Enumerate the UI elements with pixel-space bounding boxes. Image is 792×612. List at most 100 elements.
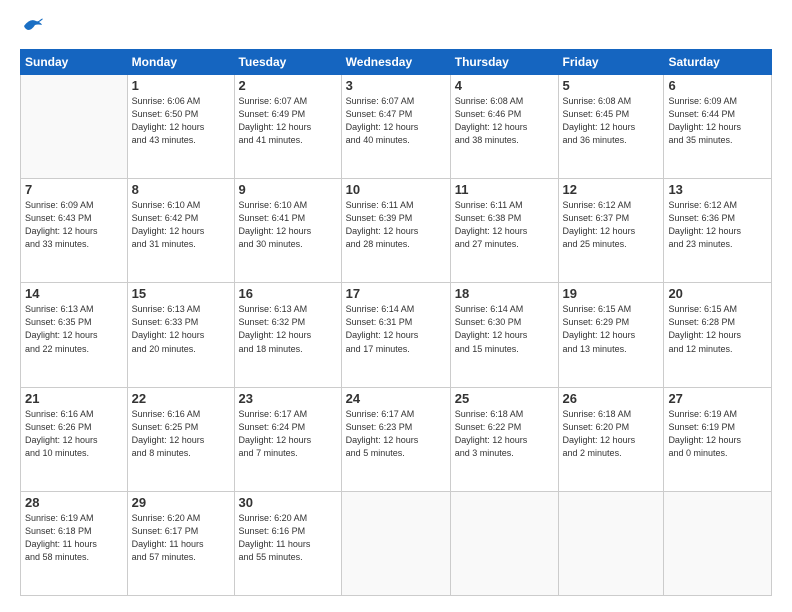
day-info: Sunrise: 6:10 AM Sunset: 6:41 PM Dayligh… [239, 199, 337, 251]
day-info: Sunrise: 6:09 AM Sunset: 6:44 PM Dayligh… [668, 95, 767, 147]
day-info: Sunrise: 6:12 AM Sunset: 6:36 PM Dayligh… [668, 199, 767, 251]
calendar-cell: 18 Sunrise: 6:14 AM Sunset: 6:30 PM Dayli… [450, 283, 558, 387]
day-number: 15 [132, 286, 230, 301]
calendar-cell: 8 Sunrise: 6:10 AM Sunset: 6:42 PM Daylig… [127, 179, 234, 283]
day-number: 21 [25, 391, 123, 406]
day-info: Sunrise: 6:18 AM Sunset: 6:20 PM Dayligh… [563, 408, 660, 460]
calendar-cell: 2Sunrise: 6:07 AM Sunset: 6:49 PM Daylig… [234, 75, 341, 179]
day-info: Sunrise: 6:20 AM Sunset: 6:16 PM Dayligh… [239, 512, 337, 564]
calendar-cell: 14 Sunrise: 6:13 AM Sunset: 6:35 PM Dayli… [21, 283, 128, 387]
day-number: 19 [563, 286, 660, 301]
day-number: 12 [563, 182, 660, 197]
day-number: 25 [455, 391, 554, 406]
day-number: 26 [563, 391, 660, 406]
day-info: Sunrise: 6:19 AM Sunset: 6:19 PM Dayligh… [668, 408, 767, 460]
calendar-cell: 20Sunrise: 6:15 AM Sunset: 6:28 PM Dayli… [664, 283, 772, 387]
calendar-cell: 3 Sunrise: 6:07 AM Sunset: 6:47 PM Daylig… [341, 75, 450, 179]
calendar-cell: 15 Sunrise: 6:13 AM Sunset: 6:33 PM Dayli… [127, 283, 234, 387]
calendar-cell: 6 Sunrise: 6:09 AM Sunset: 6:44 PM Daylig… [664, 75, 772, 179]
calendar-cell: 5 Sunrise: 6:08 AM Sunset: 6:45 PM Daylig… [558, 75, 664, 179]
day-info: Sunrise: 6:06 AM Sunset: 6:50 PM Dayligh… [132, 95, 230, 147]
calendar-header-wednesday: Wednesday [341, 50, 450, 75]
day-number: 17 [346, 286, 446, 301]
calendar-cell: 7 Sunrise: 6:09 AM Sunset: 6:43 PM Daylig… [21, 179, 128, 283]
day-info: Sunrise: 6:11 AM Sunset: 6:39 PM Dayligh… [346, 199, 446, 251]
calendar-table: SundayMondayTuesdayWednesdayThursdayFrid… [20, 49, 772, 596]
calendar-cell: 28 Sunrise: 6:19 AM Sunset: 6:18 PM Dayli… [21, 491, 128, 595]
day-info: Sunrise: 6:08 AM Sunset: 6:46 PM Dayligh… [455, 95, 554, 147]
calendar-header-saturday: Saturday [664, 50, 772, 75]
calendar-week-2: 7 Sunrise: 6:09 AM Sunset: 6:43 PM Daylig… [21, 179, 772, 283]
day-info: Sunrise: 6:13 AM Sunset: 6:32 PM Dayligh… [239, 303, 337, 355]
day-number: 13 [668, 182, 767, 197]
day-number: 27 [668, 391, 767, 406]
calendar-header-friday: Friday [558, 50, 664, 75]
day-info: Sunrise: 6:14 AM Sunset: 6:30 PM Dayligh… [455, 303, 554, 355]
day-number: 20 [668, 286, 767, 301]
day-number: 11 [455, 182, 554, 197]
day-number: 18 [455, 286, 554, 301]
day-number: 24 [346, 391, 446, 406]
day-info: Sunrise: 6:11 AM Sunset: 6:38 PM Dayligh… [455, 199, 554, 251]
calendar-cell [664, 491, 772, 595]
day-info: Sunrise: 6:16 AM Sunset: 6:25 PM Dayligh… [132, 408, 230, 460]
calendar-cell: 11 Sunrise: 6:11 AM Sunset: 6:38 PM Dayli… [450, 179, 558, 283]
day-info: Sunrise: 6:15 AM Sunset: 6:29 PM Dayligh… [563, 303, 660, 355]
day-number: 16 [239, 286, 337, 301]
calendar-cell: 12 Sunrise: 6:12 AM Sunset: 6:37 PM Dayli… [558, 179, 664, 283]
day-number: 9 [239, 182, 337, 197]
day-info: Sunrise: 6:13 AM Sunset: 6:33 PM Dayligh… [132, 303, 230, 355]
day-number: 29 [132, 495, 230, 510]
calendar-cell [558, 491, 664, 595]
calendar-cell: 1 Sunrise: 6:06 AM Sunset: 6:50 PM Daylig… [127, 75, 234, 179]
day-info: Sunrise: 6:08 AM Sunset: 6:45 PM Dayligh… [563, 95, 660, 147]
calendar-cell: 13 Sunrise: 6:12 AM Sunset: 6:36 PM Dayli… [664, 179, 772, 283]
calendar-week-4: 21 Sunrise: 6:16 AM Sunset: 6:26 PM Dayli… [21, 387, 772, 491]
calendar-cell: 30 Sunrise: 6:20 AM Sunset: 6:16 PM Dayli… [234, 491, 341, 595]
day-info: Sunrise: 6:12 AM Sunset: 6:37 PM Dayligh… [563, 199, 660, 251]
day-info: Sunrise: 6:18 AM Sunset: 6:22 PM Dayligh… [455, 408, 554, 460]
calendar-week-5: 28 Sunrise: 6:19 AM Sunset: 6:18 PM Dayli… [21, 491, 772, 595]
day-info: Sunrise: 6:13 AM Sunset: 6:35 PM Dayligh… [25, 303, 123, 355]
day-number: 7 [25, 182, 123, 197]
day-number: 8 [132, 182, 230, 197]
header [20, 16, 772, 39]
calendar-cell: 27 Sunrise: 6:19 AM Sunset: 6:19 PM Dayli… [664, 387, 772, 491]
day-info: Sunrise: 6:16 AM Sunset: 6:26 PM Dayligh… [25, 408, 123, 460]
calendar-cell: 10 Sunrise: 6:11 AM Sunset: 6:39 PM Dayli… [341, 179, 450, 283]
calendar-cell: 17 Sunrise: 6:14 AM Sunset: 6:31 PM Dayli… [341, 283, 450, 387]
day-number: 2 [239, 78, 337, 93]
calendar-cell: 24 Sunrise: 6:17 AM Sunset: 6:23 PM Dayli… [341, 387, 450, 491]
day-info: Sunrise: 6:07 AM Sunset: 6:47 PM Dayligh… [346, 95, 446, 147]
day-number: 6 [668, 78, 767, 93]
day-info: Sunrise: 6:17 AM Sunset: 6:24 PM Dayligh… [239, 408, 337, 460]
day-number: 4 [455, 78, 554, 93]
day-number: 30 [239, 495, 337, 510]
calendar-cell: 26 Sunrise: 6:18 AM Sunset: 6:20 PM Dayli… [558, 387, 664, 491]
day-info: Sunrise: 6:17 AM Sunset: 6:23 PM Dayligh… [346, 408, 446, 460]
day-info: Sunrise: 6:20 AM Sunset: 6:17 PM Dayligh… [132, 512, 230, 564]
calendar-header-tuesday: Tuesday [234, 50, 341, 75]
day-number: 3 [346, 78, 446, 93]
calendar-cell [21, 75, 128, 179]
day-info: Sunrise: 6:19 AM Sunset: 6:18 PM Dayligh… [25, 512, 123, 564]
day-info: Sunrise: 6:14 AM Sunset: 6:31 PM Dayligh… [346, 303, 446, 355]
calendar-cell [341, 491, 450, 595]
logo [20, 16, 44, 39]
day-info: Sunrise: 6:10 AM Sunset: 6:42 PM Dayligh… [132, 199, 230, 251]
day-number: 23 [239, 391, 337, 406]
calendar-cell: 4 Sunrise: 6:08 AM Sunset: 6:46 PM Daylig… [450, 75, 558, 179]
day-info: Sunrise: 6:09 AM Sunset: 6:43 PM Dayligh… [25, 199, 123, 251]
day-number: 10 [346, 182, 446, 197]
day-number: 5 [563, 78, 660, 93]
calendar-week-3: 14 Sunrise: 6:13 AM Sunset: 6:35 PM Dayli… [21, 283, 772, 387]
calendar-header-sunday: Sunday [21, 50, 128, 75]
day-number: 14 [25, 286, 123, 301]
day-number: 1 [132, 78, 230, 93]
calendar-header-thursday: Thursday [450, 50, 558, 75]
calendar-cell: 9 Sunrise: 6:10 AM Sunset: 6:41 PM Daylig… [234, 179, 341, 283]
day-number: 28 [25, 495, 123, 510]
calendar-cell: 29 Sunrise: 6:20 AM Sunset: 6:17 PM Dayli… [127, 491, 234, 595]
calendar-cell: 25 Sunrise: 6:18 AM Sunset: 6:22 PM Dayli… [450, 387, 558, 491]
calendar-cell: 22Sunrise: 6:16 AM Sunset: 6:25 PM Dayli… [127, 387, 234, 491]
